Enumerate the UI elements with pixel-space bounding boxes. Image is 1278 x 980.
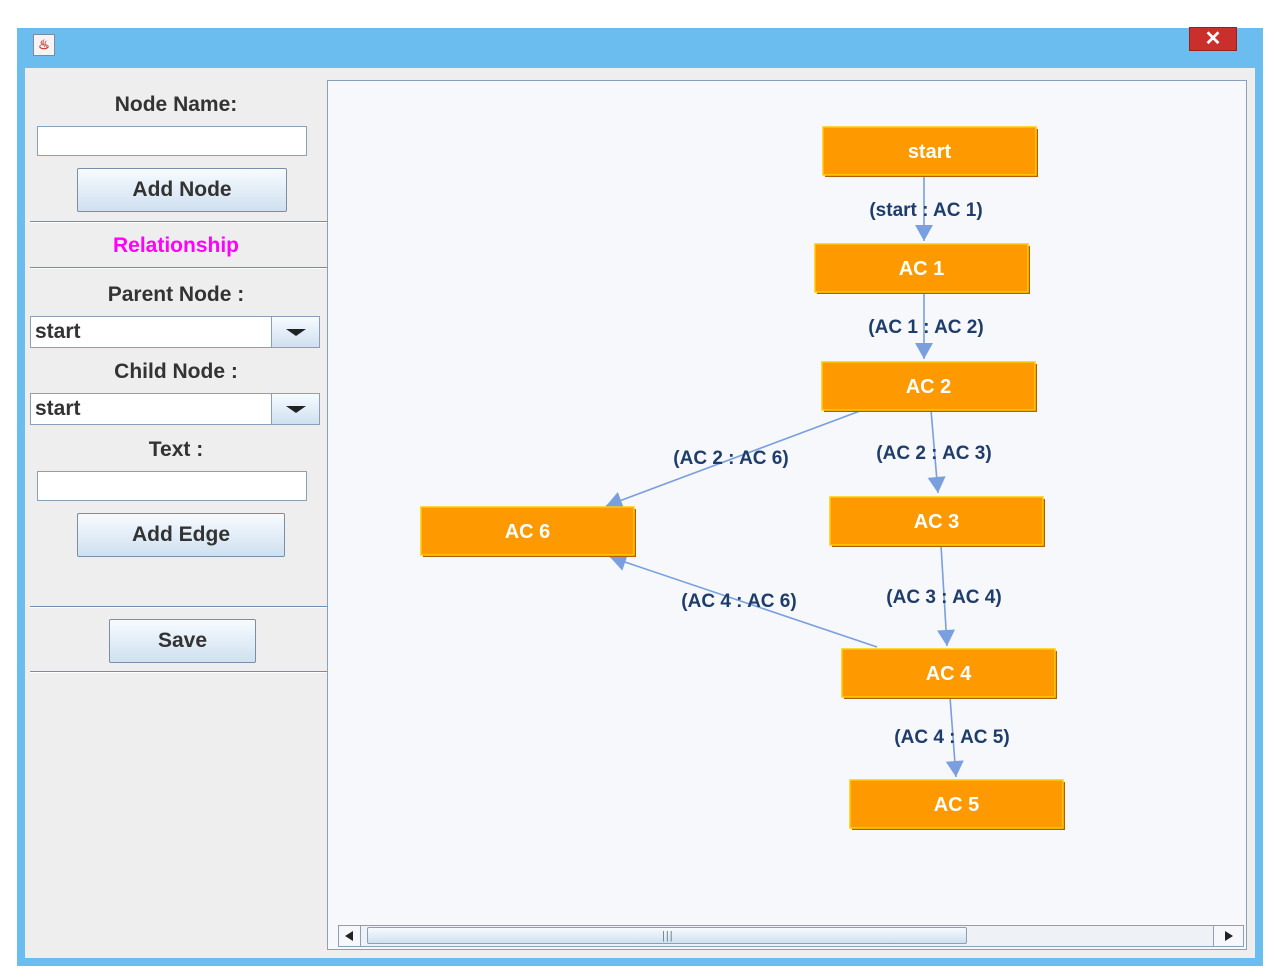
graph-canvas[interactable]: (start : AC 1) (AC 1 : AC 2) (AC 2 : AC 3)… [328, 81, 1246, 919]
title-bar[interactable]: ♨ ✕ [17, 27, 1263, 66]
node-ac6[interactable]: AC 6 [420, 506, 636, 557]
edge-ac2-ac6[interactable]: (AC 2 : AC 6) [605, 410, 861, 509]
scrollbar-thumb[interactable]: ||| [367, 927, 967, 944]
node-ac3[interactable]: AC 3 [829, 496, 1045, 547]
parent-node-value: start [35, 320, 81, 343]
node-label: AC 5 [934, 794, 980, 816]
node-label: AC 1 [899, 258, 945, 280]
scroll-left-icon[interactable] [339, 926, 361, 946]
save-button[interactable]: Save [109, 619, 256, 663]
node-label: AC 3 [914, 511, 960, 533]
graph-panel: (start : AC 1) (AC 1 : AC 2) (AC 2 : AC 3)… [327, 80, 1247, 950]
close-button[interactable]: ✕ [1189, 27, 1237, 51]
edge-label: (AC 1 : AC 2) [868, 317, 983, 338]
relationship-heading: Relationship [112, 234, 239, 257]
node-name-label: Node Name: [114, 93, 238, 116]
chevron-down-icon[interactable] [271, 394, 319, 424]
edge-text-input[interactable] [37, 471, 307, 501]
text-label: Text : [148, 438, 204, 461]
edge-label: (AC 4 : AC 5) [894, 727, 1009, 748]
edge-label: (AC 4 : AC 6) [681, 591, 796, 612]
node-ac1[interactable]: AC 1 [814, 243, 1030, 294]
node-label: start [908, 141, 952, 163]
scroll-right-icon[interactable] [1213, 926, 1243, 946]
child-node-value: start [35, 397, 81, 420]
divider-highlight [30, 268, 327, 269]
sidebar-panel: Node Name: Add Node Relationship Parent … [25, 68, 327, 958]
arrowhead-icon [945, 760, 964, 777]
node-ac5[interactable]: AC 5 [849, 779, 1065, 830]
edge-label: (AC 2 : AC 6) [673, 448, 788, 469]
parent-node-select[interactable]: start [30, 316, 320, 348]
edge-label: (start : AC 1) [869, 200, 982, 221]
child-node-select[interactable]: start [30, 393, 320, 425]
horizontal-scrollbar[interactable]: ||| [338, 925, 1244, 947]
edge-ac1-ac2[interactable]: (AC 1 : AC 2) [868, 292, 984, 359]
client-area: Node Name: Add Node Relationship Parent … [25, 68, 1255, 958]
node-label: AC 6 [505, 521, 551, 543]
divider-highlight [30, 607, 327, 608]
edge-label: (AC 3 : AC 4) [886, 587, 1001, 608]
node-start[interactable]: start [822, 126, 1038, 177]
arrowhead-icon [915, 225, 933, 241]
add-edge-button[interactable]: Add Edge [77, 513, 285, 557]
edge-ac4-ac5[interactable]: (AC 4 : AC 5) [894, 696, 1010, 778]
node-label: AC 4 [926, 663, 972, 685]
edge-ac2-ac3[interactable]: (AC 2 : AC 3) [876, 409, 992, 494]
edge-ac3-ac4[interactable]: (AC 3 : AC 4) [886, 544, 1002, 647]
grip-icon: ||| [662, 930, 674, 942]
app-window: ♨ ✕ Node Name: Add Node Relationship Par… [17, 27, 1263, 966]
chevron-down-icon[interactable] [271, 317, 319, 347]
arrowhead-icon [937, 629, 956, 646]
java-cup-icon[interactable]: ♨ [33, 34, 55, 56]
child-node-label: Child Node : [114, 360, 238, 383]
node-ac4[interactable]: AC 4 [841, 648, 1057, 699]
add-node-button[interactable]: Add Node [77, 168, 287, 212]
node-ac2[interactable]: AC 2 [821, 361, 1037, 412]
divider-highlight [30, 222, 327, 223]
arrowhead-icon [915, 343, 933, 359]
arrowhead-icon [927, 476, 946, 493]
node-label: AC 2 [906, 376, 952, 398]
edge-ac4-ac6[interactable]: (AC 4 : AC 6) [609, 553, 878, 648]
parent-node-label: Parent Node : [107, 283, 245, 306]
divider-highlight [30, 672, 327, 673]
node-name-input[interactable] [37, 126, 307, 156]
edge-label: (AC 2 : AC 3) [876, 443, 991, 464]
edge-start-ac1[interactable]: (start : AC 1) [869, 175, 983, 241]
